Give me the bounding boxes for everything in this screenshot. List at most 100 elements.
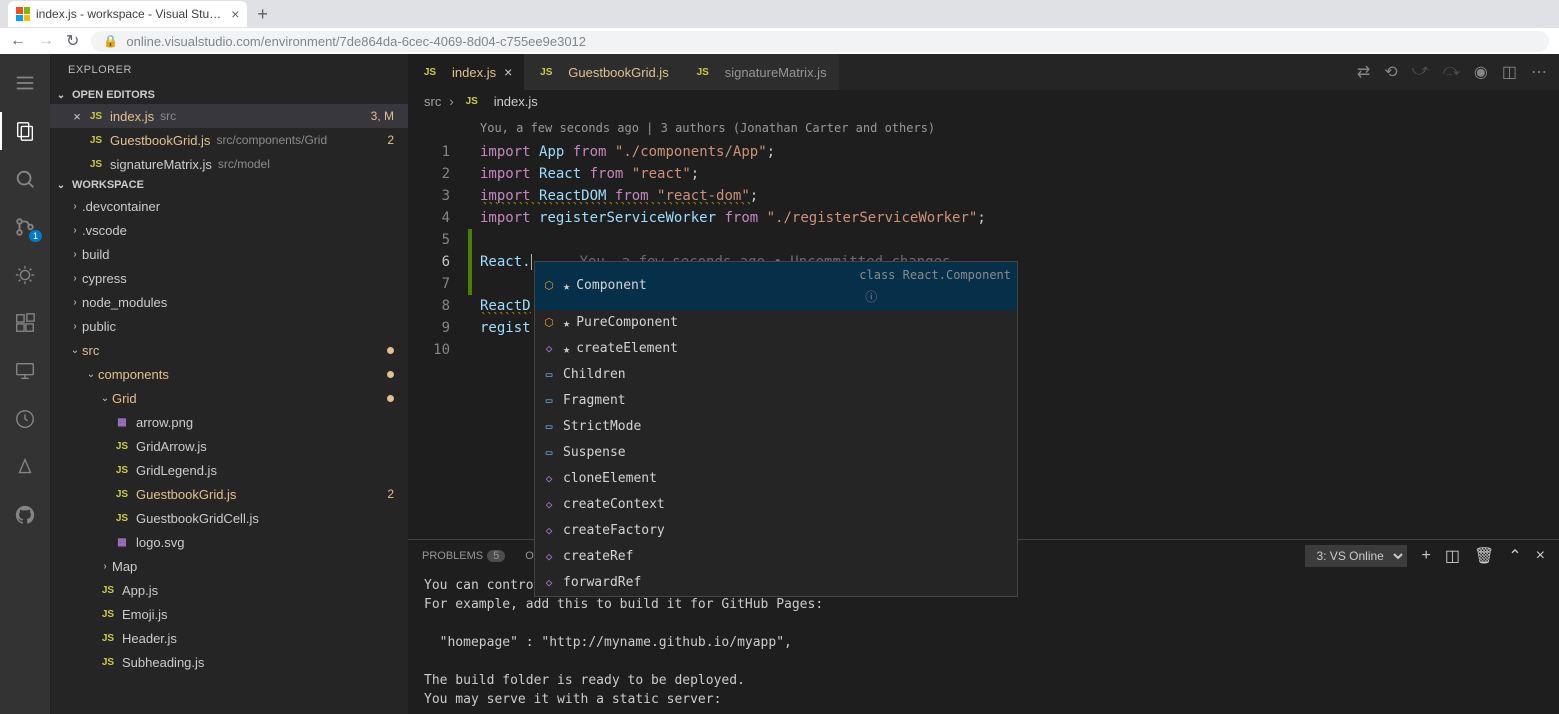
item-label: Subheading.js — [122, 655, 204, 670]
suggest-item[interactable]: ◇ ★ createElement — [535, 336, 1017, 362]
method-icon: ◇ — [541, 575, 557, 591]
suggest-label: forwardRef — [563, 572, 641, 594]
item-label: cypress — [82, 271, 127, 286]
search-icon[interactable] — [12, 166, 38, 192]
editor-tab[interactable]: JS signatureMatrix.js — [681, 54, 839, 90]
suggest-item[interactable]: ▭ Children — [535, 362, 1017, 388]
suggest-item[interactable]: ▭ StrictMode — [535, 414, 1017, 440]
file-item[interactable]: JSEmoji.js — [50, 602, 408, 626]
suggest-label: createFactory — [563, 520, 665, 542]
remote-icon[interactable] — [12, 358, 38, 384]
go-back-icon[interactable]: ⟲ — [1384, 62, 1397, 82]
file-item[interactable]: JSHeader.js — [50, 626, 408, 650]
chevron-right-icon: › — [68, 225, 82, 236]
url-input[interactable]: 🔒 online.visualstudio.com/environment/7d… — [91, 31, 1549, 52]
menu-icon[interactable] — [12, 70, 38, 96]
suggest-item[interactable]: ▭ Suspense — [535, 440, 1017, 466]
editor-tab[interactable]: JS index.js × — [408, 54, 524, 90]
breadcrumbs[interactable]: src › JS index.js — [408, 90, 1559, 113]
suggest-item[interactable]: ◇ createFactory — [535, 518, 1017, 544]
code-editor[interactable]: You, a few seconds ago | 3 authors (Jona… — [408, 113, 1559, 539]
step-over-icon[interactable]: ⤻ — [1412, 62, 1429, 82]
file-item[interactable]: JSGridLegend.js — [50, 458, 408, 482]
breadcrumb-folder[interactable]: src — [424, 94, 441, 109]
trash-icon[interactable]: 🗑 — [1474, 546, 1494, 566]
new-tab-button[interactable]: + — [247, 4, 278, 25]
folder-item[interactable]: ›.vscode — [50, 218, 408, 242]
file-item[interactable]: ▦logo.svg — [50, 530, 408, 554]
split-icon[interactable]: ◫ — [1502, 62, 1517, 82]
suggest-item[interactable]: ⬡ ★ PureComponent — [535, 310, 1017, 336]
more-icon[interactable]: ⋯ — [1531, 62, 1547, 82]
folder-item[interactable]: ⌄src — [50, 338, 408, 362]
file-item[interactable]: JSGuestbookGrid.js 2 — [50, 482, 408, 506]
method-icon: ◇ — [541, 523, 557, 539]
file-item[interactable]: ▦arrow.png — [50, 410, 408, 434]
close-icon[interactable]: × — [231, 6, 239, 22]
folder-item[interactable]: ⌄Grid — [50, 386, 408, 410]
explorer-icon[interactable] — [12, 118, 38, 144]
codelens[interactable]: You, a few seconds ago | 3 authors (Jona… — [408, 113, 1559, 141]
file-item[interactable]: JSSubheading.js — [50, 650, 408, 674]
js-icon: JS — [98, 609, 118, 620]
back-button[interactable]: ← — [10, 32, 26, 50]
workspace-header[interactable]: ⌄ WORKSPACE — [50, 176, 408, 194]
info-icon[interactable]: ⓘ — [865, 290, 877, 304]
folder-item[interactable]: ›build — [50, 242, 408, 266]
file-item[interactable]: JSGridArrow.js — [50, 434, 408, 458]
azure-icon[interactable] — [12, 454, 38, 480]
suggest-item[interactable]: ◇ createContext — [535, 492, 1017, 518]
folder-item[interactable]: ›.devcontainer — [50, 194, 408, 218]
maximize-icon[interactable]: ⌃ — [1508, 546, 1521, 566]
suggest-detail: class React.Componentⓘ — [859, 264, 1011, 308]
folder-item[interactable]: ›node_modules — [50, 290, 408, 314]
file-item[interactable]: JSGuestbookGridCell.js — [50, 506, 408, 530]
item-label: .devcontainer — [82, 199, 160, 214]
suggest-item[interactable]: ◇ forwardRef — [535, 570, 1017, 596]
js-icon: JS — [462, 96, 482, 107]
breadcrumb-file[interactable]: index.js — [494, 94, 538, 109]
browser-chrome: index.js - workspace - Visual Stu… × + ←… — [0, 0, 1559, 54]
reload-button[interactable]: ↻ — [66, 31, 79, 51]
tab-problems[interactable]: PROBLEMS5 — [422, 544, 505, 568]
terminal-select[interactable]: 3: VS Online — [1305, 545, 1407, 567]
open-editor-item[interactable]: JS signatureMatrix.js src/model — [50, 152, 408, 176]
suggest-item[interactable]: ◇ createRef — [535, 544, 1017, 570]
close-icon[interactable]: × — [504, 64, 512, 80]
github-icon[interactable] — [12, 502, 38, 528]
close-panel-icon[interactable]: × — [1536, 547, 1545, 565]
debug-icon[interactable] — [12, 262, 38, 288]
folder-item[interactable]: ›cypress — [50, 266, 408, 290]
js-icon: JS — [112, 513, 132, 524]
run-icon[interactable]: ◉ — [1474, 62, 1488, 82]
compare-icon[interactable]: ⇄ — [1357, 62, 1370, 82]
browser-tab[interactable]: index.js - workspace - Visual Stu… × — [8, 1, 247, 27]
suggest-item[interactable]: ⬡ ★ Component class React.Componentⓘ — [535, 262, 1017, 310]
close-icon[interactable]: × — [68, 109, 86, 124]
open-editor-item[interactable]: × JS index.js src 3, M — [50, 104, 408, 128]
extensions-icon[interactable] — [12, 310, 38, 336]
browser-tab-bar: index.js - workspace - Visual Stu… × + — [0, 0, 1559, 28]
new-terminal-icon[interactable]: + — [1421, 547, 1430, 565]
open-editors-header[interactable]: ⌄ OPEN EDITORS — [50, 86, 408, 104]
liveshare-icon[interactable] — [12, 406, 38, 432]
editor-tab[interactable]: JS GuestbookGrid.js — [524, 54, 680, 90]
folder-item[interactable]: ›public — [50, 314, 408, 338]
file-path: src/components/Grid — [216, 133, 327, 147]
file-item[interactable]: JSApp.js — [50, 578, 408, 602]
folder-item[interactable]: ⌄components — [50, 362, 408, 386]
split-terminal-icon[interactable]: ◫ — [1445, 546, 1460, 566]
js-icon: JS — [86, 111, 106, 122]
suggest-item[interactable]: ▭ Fragment — [535, 388, 1017, 414]
suggest-item[interactable]: ◇ cloneElement — [535, 466, 1017, 492]
open-editor-item[interactable]: JS GuestbookGrid.js src/components/Grid … — [50, 128, 408, 152]
forward-button[interactable]: → — [38, 32, 54, 50]
folder-item[interactable]: ›Map — [50, 554, 408, 578]
source-control-icon[interactable]: 1 — [12, 214, 38, 240]
git-modified-dot — [387, 395, 394, 402]
intellisense-widget[interactable]: ⬡ ★ Component class React.Componentⓘ⬡ ★ … — [534, 261, 1018, 597]
js-icon: JS — [693, 67, 713, 78]
suggest-label: createElement — [576, 338, 678, 360]
step-icon[interactable]: ⤼ — [1443, 62, 1460, 82]
browser-tab-title: index.js - workspace - Visual Stu… — [36, 7, 221, 21]
